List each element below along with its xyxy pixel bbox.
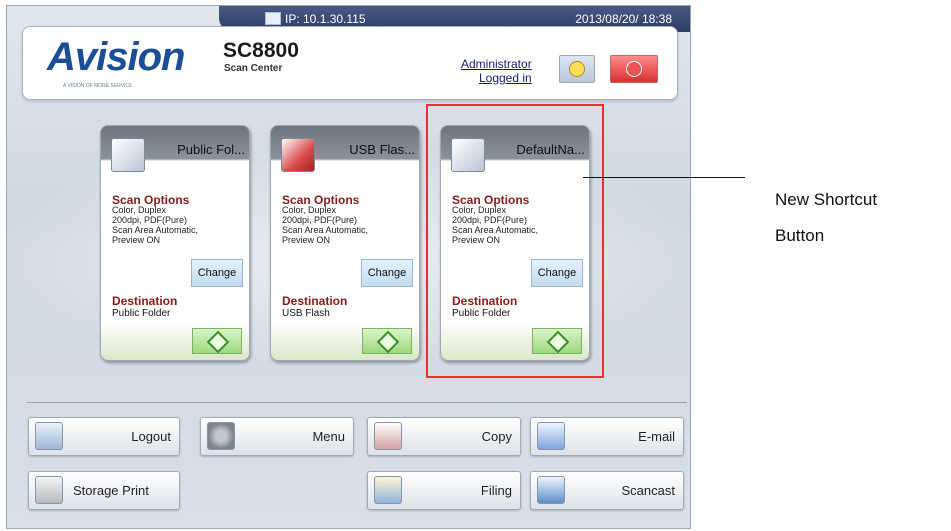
alert-button[interactable]	[610, 55, 658, 83]
logout-label: Logout	[131, 429, 171, 444]
ip-address: IP: 10.1.30.115	[285, 12, 366, 26]
logout-icon	[35, 422, 63, 450]
app-subtitle: Scan Center	[224, 63, 283, 74]
gear-icon	[207, 422, 235, 450]
copy-button[interactable]: Copy	[367, 417, 521, 456]
change-button[interactable]: Change	[191, 259, 243, 287]
menu-label: Menu	[312, 429, 345, 444]
destination-value: Public Folder	[112, 308, 171, 319]
scancast-label: Scancast	[621, 483, 675, 498]
callout-line	[583, 177, 745, 178]
usb-icon	[281, 138, 315, 172]
scan-options-text: Color, Duplex 200dpi, PDF(Pure) Scan Are…	[282, 205, 369, 245]
copy-icon	[374, 422, 402, 450]
model-name: SC8800	[223, 39, 299, 62]
callout-text: New Shortcut Button	[775, 182, 950, 254]
change-button[interactable]: Change	[361, 259, 413, 287]
divider	[27, 402, 687, 403]
admin-login-link[interactable]: Administrator Logged in	[461, 57, 532, 85]
logout-button[interactable]: Logout	[28, 417, 180, 456]
scancast-button[interactable]: Scancast	[530, 471, 684, 510]
storage-print-button[interactable]: Storage Print	[28, 471, 180, 510]
scan-options-text: Color, Duplex 200dpi, PDF(Pure) Scan Are…	[112, 205, 199, 245]
datetime: 2013/08/20/ 18:38	[575, 12, 672, 26]
start-scan-button[interactable]	[362, 328, 412, 354]
header: Avision A VISION OF MORE SERVICE SC8800 …	[22, 26, 678, 100]
filing-button[interactable]: Filing	[367, 471, 521, 510]
destination-header: Destination	[282, 294, 348, 308]
new-shortcut-highlight	[426, 104, 604, 378]
storage-print-icon	[35, 476, 63, 504]
power-icon	[569, 61, 585, 77]
shortcut-card-public-folder[interactable]: Public Fol... Scan Options Color, Duplex…	[100, 125, 250, 361]
scanner-icon	[111, 138, 145, 172]
admin-label: Administrator	[461, 57, 532, 71]
logo-tagline: A VISION OF MORE SERVICE	[63, 83, 133, 89]
destination-header: Destination	[112, 294, 178, 308]
avision-logo: Avision	[47, 35, 185, 79]
destination-value: USB Flash	[282, 308, 330, 319]
network-icon	[265, 12, 281, 25]
callout-line1: New Shortcut	[775, 190, 878, 209]
email-button[interactable]: E-mail	[530, 417, 684, 456]
callout-line2: Button	[775, 226, 825, 245]
filing-label: Filing	[480, 483, 512, 498]
copy-label: Copy	[481, 429, 512, 444]
email-label: E-mail	[638, 429, 675, 444]
storage-print-label: Storage Print	[73, 483, 149, 498]
shortcut-card-usb-flash[interactable]: USB Flas... Scan Options Color, Duplex 2…	[270, 125, 420, 361]
start-scan-button[interactable]	[192, 328, 242, 354]
power-button[interactable]	[559, 55, 595, 83]
logged-in-label: Logged in	[478, 71, 532, 85]
filing-icon	[374, 476, 402, 504]
start-icon	[206, 330, 230, 354]
start-icon	[376, 330, 400, 354]
email-icon	[537, 422, 565, 450]
scancast-icon	[537, 476, 565, 504]
alert-icon	[626, 61, 642, 77]
menu-button[interactable]: Menu	[200, 417, 354, 456]
shortcut-title: Public Fol...	[177, 142, 245, 157]
shortcut-title: USB Flas...	[349, 142, 415, 157]
